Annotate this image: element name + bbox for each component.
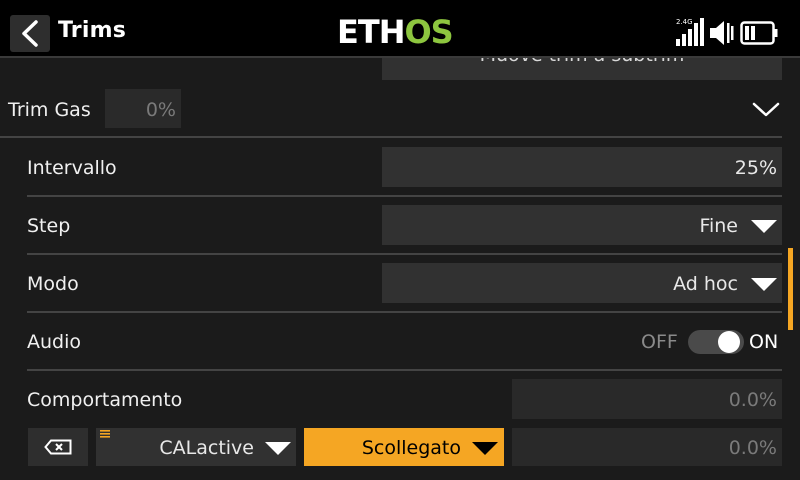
comportamento-label: Comportamento	[27, 389, 183, 411]
trim-to-subtrim-button[interactable]: Muove trim a subtrim	[382, 58, 782, 80]
caret-down-icon	[265, 442, 291, 455]
intervallo-value: 25%	[734, 157, 777, 179]
intervallo-label: Intervallo	[27, 157, 117, 179]
audio-on-label: ON	[749, 331, 779, 353]
audio-off-label: OFF	[641, 331, 678, 353]
caret-down-icon	[472, 442, 498, 455]
status-icons: 2.4G	[676, 17, 788, 47]
step-dropdown[interactable]: Fine	[382, 205, 782, 245]
clear-button[interactable]	[28, 428, 88, 466]
divider	[27, 369, 782, 371]
chevron-left-icon	[22, 20, 38, 47]
scrollbar[interactable]	[788, 248, 793, 330]
divider	[27, 311, 782, 313]
function-dropdown[interactable]: Scollegato	[304, 428, 504, 466]
divider	[0, 136, 782, 138]
back-button[interactable]	[10, 15, 50, 52]
modo-label: Modo	[27, 273, 79, 295]
source-value: CALactive	[159, 437, 254, 459]
svg-text:2.4G: 2.4G	[676, 18, 693, 26]
page-title: Trims	[58, 18, 126, 43]
caret-down-icon	[751, 278, 777, 291]
intervallo-field[interactable]: 25%	[382, 147, 782, 187]
battery-icon	[740, 21, 778, 45]
caret-down-icon	[751, 220, 777, 233]
step-label: Step	[27, 215, 71, 237]
backspace-icon	[44, 439, 72, 455]
comportamento-field[interactable]: 0.0%	[512, 379, 782, 419]
divider	[27, 253, 782, 255]
audio-toggle[interactable]	[688, 330, 744, 354]
speaker-icon	[710, 21, 734, 45]
bottom-value: 0.0%	[728, 437, 777, 459]
list-icon	[100, 430, 110, 438]
step-value: Fine	[699, 215, 738, 237]
top-bar: Trims ETHOS 2.4G	[0, 0, 800, 66]
trim-to-subtrim-label: Muove trim a subtrim	[382, 58, 782, 66]
ethos-logo: ETHOS	[337, 13, 454, 51]
trim-gas-value: 0%	[105, 89, 181, 128]
function-value: Scollegato	[361, 437, 461, 459]
chevron-down-icon[interactable]	[752, 102, 780, 118]
trims-content[interactable]: Muove trim a subtrim Trim Gas 0% Interva…	[0, 58, 800, 480]
source-dropdown[interactable]: CALactive	[96, 428, 296, 466]
divider	[27, 195, 782, 197]
bottom-value-field[interactable]: 0.0%	[512, 428, 782, 466]
toggle-knob	[718, 331, 740, 353]
modo-dropdown[interactable]: Ad hoc	[382, 263, 782, 303]
signal-icon: 2.4G	[676, 18, 704, 46]
audio-label: Audio	[27, 331, 82, 353]
comportamento-value: 0.0%	[728, 389, 777, 411]
trim-gas-label: Trim Gas	[8, 99, 91, 121]
modo-value: Ad hoc	[673, 273, 738, 295]
